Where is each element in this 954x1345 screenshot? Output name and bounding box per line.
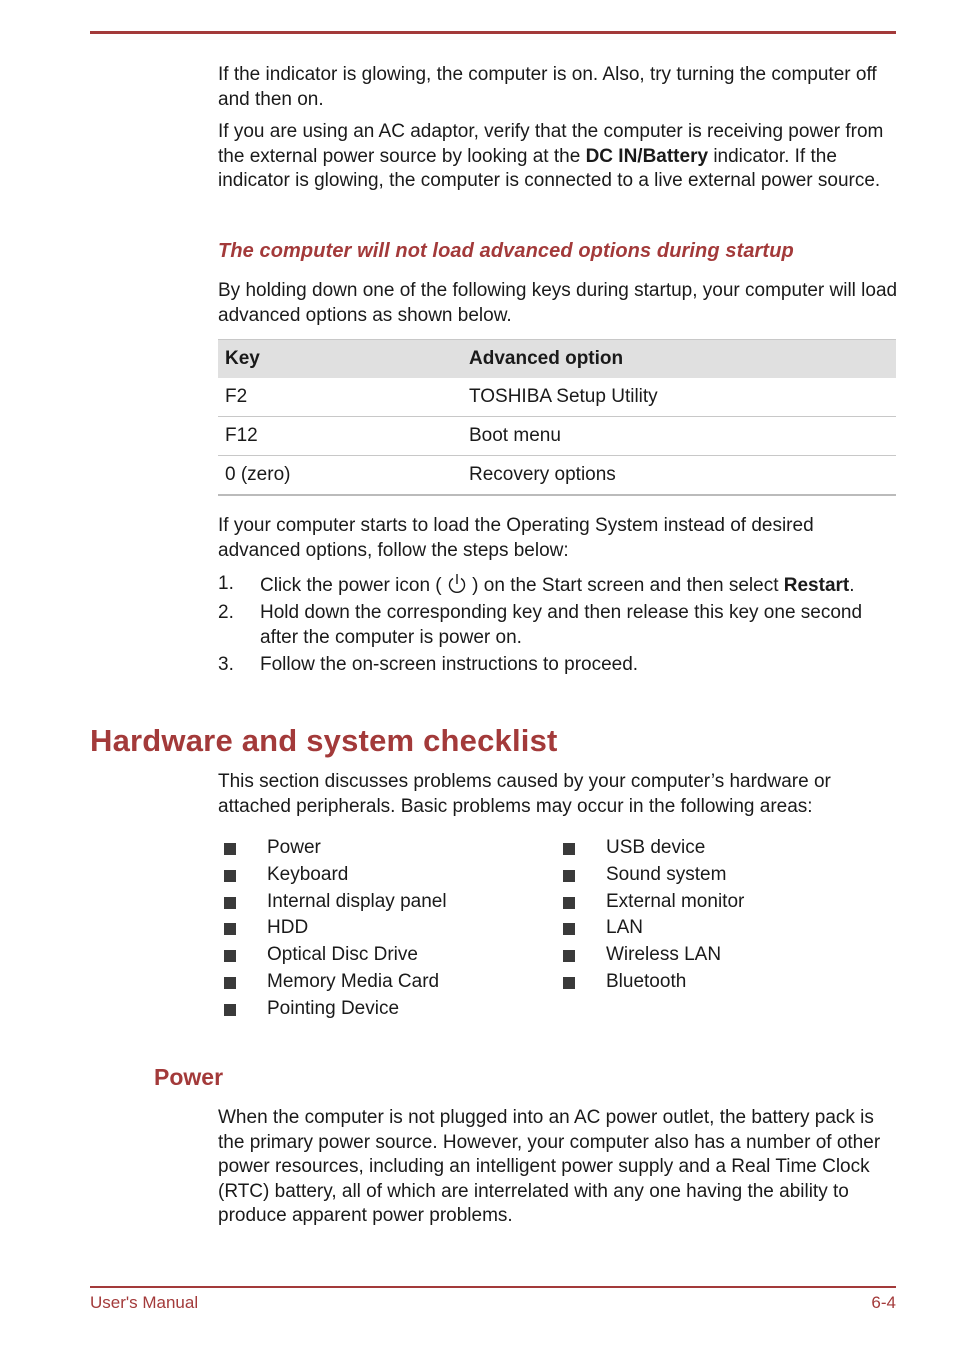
list-item: Sound system bbox=[563, 862, 744, 889]
step-text: Follow the on-screen instructions to pro… bbox=[260, 653, 639, 675]
item-label: Keyboard bbox=[267, 863, 349, 885]
list-item: Memory Media Card bbox=[224, 969, 447, 996]
item-label: Optical Disc Drive bbox=[267, 944, 418, 966]
header-rule bbox=[90, 31, 896, 34]
steps-list: 1. Click the power icon ( ) on the Start… bbox=[218, 572, 898, 680]
table-cell-option: Recovery options bbox=[462, 455, 896, 496]
list-item: Optical Disc Drive bbox=[224, 942, 447, 969]
power-heading: Power bbox=[154, 1064, 224, 1090]
item-label: Internal display panel bbox=[267, 890, 447, 912]
list-item: Internal display panel bbox=[224, 889, 447, 916]
list-item: External monitor bbox=[563, 889, 744, 916]
item-label: LAN bbox=[606, 917, 643, 939]
bullet-square-icon bbox=[224, 843, 236, 855]
checklist-left-list: Power Keyboard Internal display panel HD… bbox=[224, 835, 447, 1023]
column-header-key: Key bbox=[218, 339, 462, 378]
table-cell-key: F2 bbox=[218, 378, 462, 417]
power-icon bbox=[447, 573, 467, 595]
advanced-options-intro: By holding down one of the following key… bbox=[218, 279, 898, 328]
paragraph-indicator-on: If the indicator is glowing, the compute… bbox=[218, 63, 898, 112]
paragraph-text: If you are using an AC adaptor, verify t… bbox=[218, 120, 898, 194]
footer-rule bbox=[90, 1286, 896, 1288]
item-label: Pointing Device bbox=[267, 997, 400, 1019]
list-item: USB device bbox=[563, 835, 744, 862]
step-text: Hold down the corresponding key and then… bbox=[260, 602, 863, 648]
step-number: 3. bbox=[218, 653, 234, 675]
paragraph-text: This section discusses problems caused b… bbox=[218, 771, 831, 817]
text-span: ) on the Start screen and then select bbox=[466, 575, 784, 596]
list-item: Power bbox=[224, 835, 447, 862]
list-item: Bluetooth bbox=[563, 969, 744, 996]
list-item: HDD bbox=[224, 915, 447, 942]
paragraph-text: When the computer is not plugged into an… bbox=[218, 1107, 881, 1226]
text-span: Click the power icon ( bbox=[260, 575, 447, 596]
list-item: Pointing Device bbox=[224, 996, 447, 1023]
paragraph-text: If your computer starts to load the Oper… bbox=[218, 515, 814, 561]
checklist-intro: This section discusses problems caused b… bbox=[218, 770, 898, 819]
table-cell-option: TOSHIBA Setup Utility bbox=[462, 378, 896, 417]
bullet-square-icon bbox=[224, 976, 236, 989]
list-item: 3. Follow the on-screen instructions to … bbox=[218, 653, 898, 678]
table-row: 0 (zero) Recovery options bbox=[218, 455, 896, 496]
list-item: 1. Click the power icon ( ) on the Start… bbox=[218, 572, 898, 599]
item-label: Memory Media Card bbox=[267, 970, 440, 992]
list-item: LAN bbox=[563, 915, 744, 942]
table-header-row: Key Advanced option bbox=[218, 339, 896, 378]
bullet-square-icon bbox=[563, 976, 575, 989]
table-row: F12 Boot menu bbox=[218, 416, 896, 456]
bullet-square-icon bbox=[224, 923, 236, 936]
paragraph-text: If the indicator is glowing, the compute… bbox=[218, 64, 877, 110]
item-label: External monitor bbox=[606, 890, 745, 912]
column-header-advanced-option: Advanced option bbox=[462, 339, 896, 378]
bullet-square-icon bbox=[224, 950, 236, 963]
checklist-heading: Hardware and system checklist bbox=[90, 723, 558, 758]
dc-in-battery-label: DC IN/Battery bbox=[585, 145, 709, 167]
bullet-square-icon bbox=[224, 1003, 236, 1016]
advanced-options-heading: The computer will not load advanced opti… bbox=[218, 240, 794, 262]
item-label: Power bbox=[267, 837, 321, 858]
advanced-options-table: Key Advanced option F2 TOSHIBA Setup Uti… bbox=[218, 339, 896, 496]
item-label: Bluetooth bbox=[606, 970, 687, 992]
checklist-right-list: USB device Sound system External monitor… bbox=[563, 835, 744, 996]
list-item: Wireless LAN bbox=[563, 942, 744, 969]
step-number: 2. bbox=[218, 602, 234, 623]
bullet-square-icon bbox=[224, 896, 236, 909]
item-label: HDD bbox=[267, 917, 309, 939]
item-label: Sound system bbox=[606, 863, 727, 885]
item-label: USB device bbox=[606, 837, 706, 858]
footer-manual-title: User's Manual bbox=[90, 1293, 199, 1312]
bullet-square-icon bbox=[563, 896, 575, 909]
table-cell-option: Boot menu bbox=[462, 416, 896, 456]
restart-label: Restart bbox=[783, 575, 850, 596]
bullet-square-icon bbox=[563, 923, 575, 936]
table-cell-key: 0 (zero) bbox=[218, 455, 462, 496]
list-item: 2. Hold down the corresponding key and t… bbox=[218, 601, 898, 650]
bullet-square-icon bbox=[563, 843, 575, 855]
list-item: Keyboard bbox=[224, 862, 447, 889]
paragraph-text: By holding down one of the following key… bbox=[218, 280, 898, 326]
table-cell-key: F12 bbox=[218, 416, 462, 456]
item-label: Wireless LAN bbox=[606, 944, 722, 966]
bullet-square-icon bbox=[563, 950, 575, 963]
footer-page-number: 6-4 bbox=[871, 1293, 896, 1312]
table-row: F2 TOSHIBA Setup Utility bbox=[218, 378, 896, 417]
step-number: 1. bbox=[218, 573, 234, 594]
power-paragraph: When the computer is not plugged into an… bbox=[218, 1106, 898, 1229]
bullet-square-icon bbox=[563, 869, 575, 882]
text-span: . bbox=[849, 575, 855, 596]
advanced-options-followup: If your computer starts to load the Oper… bbox=[218, 514, 898, 563]
paragraph-ac-adaptor: If you are using an AC adaptor, verify t… bbox=[218, 120, 898, 194]
bullet-square-icon bbox=[224, 869, 236, 882]
